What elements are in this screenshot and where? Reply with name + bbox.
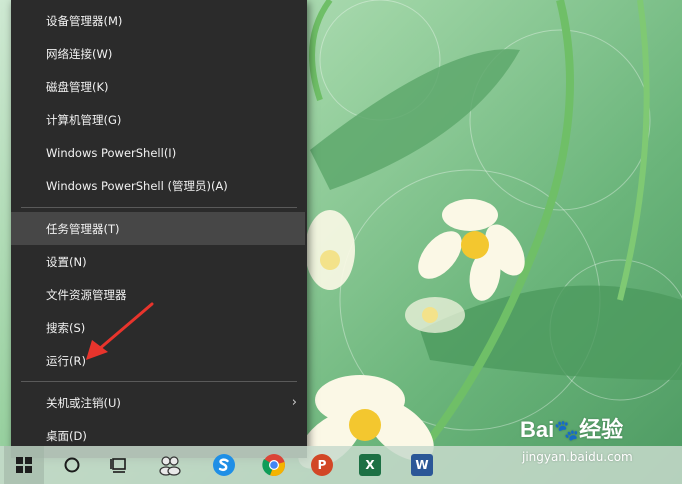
task-view-button[interactable] <box>100 446 140 484</box>
powerpoint-button[interactable]: P <box>302 446 342 484</box>
watermark-logo: Bai🐾经验 <box>520 412 680 444</box>
excel-letter: X <box>365 458 375 472</box>
paw-icon: 🐾 <box>554 420 580 442</box>
chrome-icon <box>262 454 285 477</box>
windows-start-icon <box>16 457 32 473</box>
watermark-brand-cn: 经验 <box>579 417 624 442</box>
start-button[interactable] <box>4 446 44 484</box>
powerpoint-icon: P <box>311 454 333 476</box>
word-icon: W <box>411 454 433 476</box>
excel-button[interactable]: X <box>350 446 390 484</box>
people-icon <box>159 456 181 476</box>
watermark-brand: Bai <box>520 417 555 442</box>
sogou-browser-button[interactable] <box>204 446 244 484</box>
sogou-browser-icon <box>213 454 235 476</box>
excel-icon: X <box>359 454 381 476</box>
powerpoint-letter: P <box>317 458 327 472</box>
cortana-search-button[interactable] <box>52 446 92 484</box>
watermark-url: jingyan.baidu.com <box>522 450 633 464</box>
chrome-button[interactable] <box>254 446 294 484</box>
cortana-search-icon <box>64 457 80 473</box>
word-button[interactable]: W <box>402 446 442 484</box>
word-letter: W <box>415 458 429 472</box>
people-button[interactable] <box>150 446 190 484</box>
task-view-icon <box>110 458 126 473</box>
baidu-jingyan-watermark: Bai🐾经验 jingyan.baidu.com <box>520 412 680 472</box>
